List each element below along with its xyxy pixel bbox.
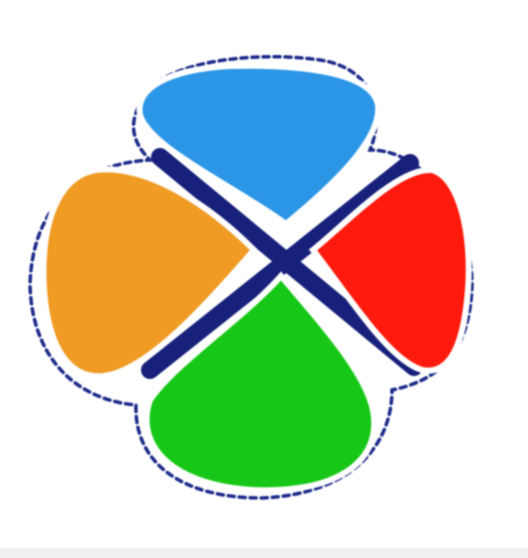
bottom-edge xyxy=(0,548,528,558)
app-icon-canvas xyxy=(0,0,528,558)
four-leaf-clover-logo-icon xyxy=(28,54,474,500)
